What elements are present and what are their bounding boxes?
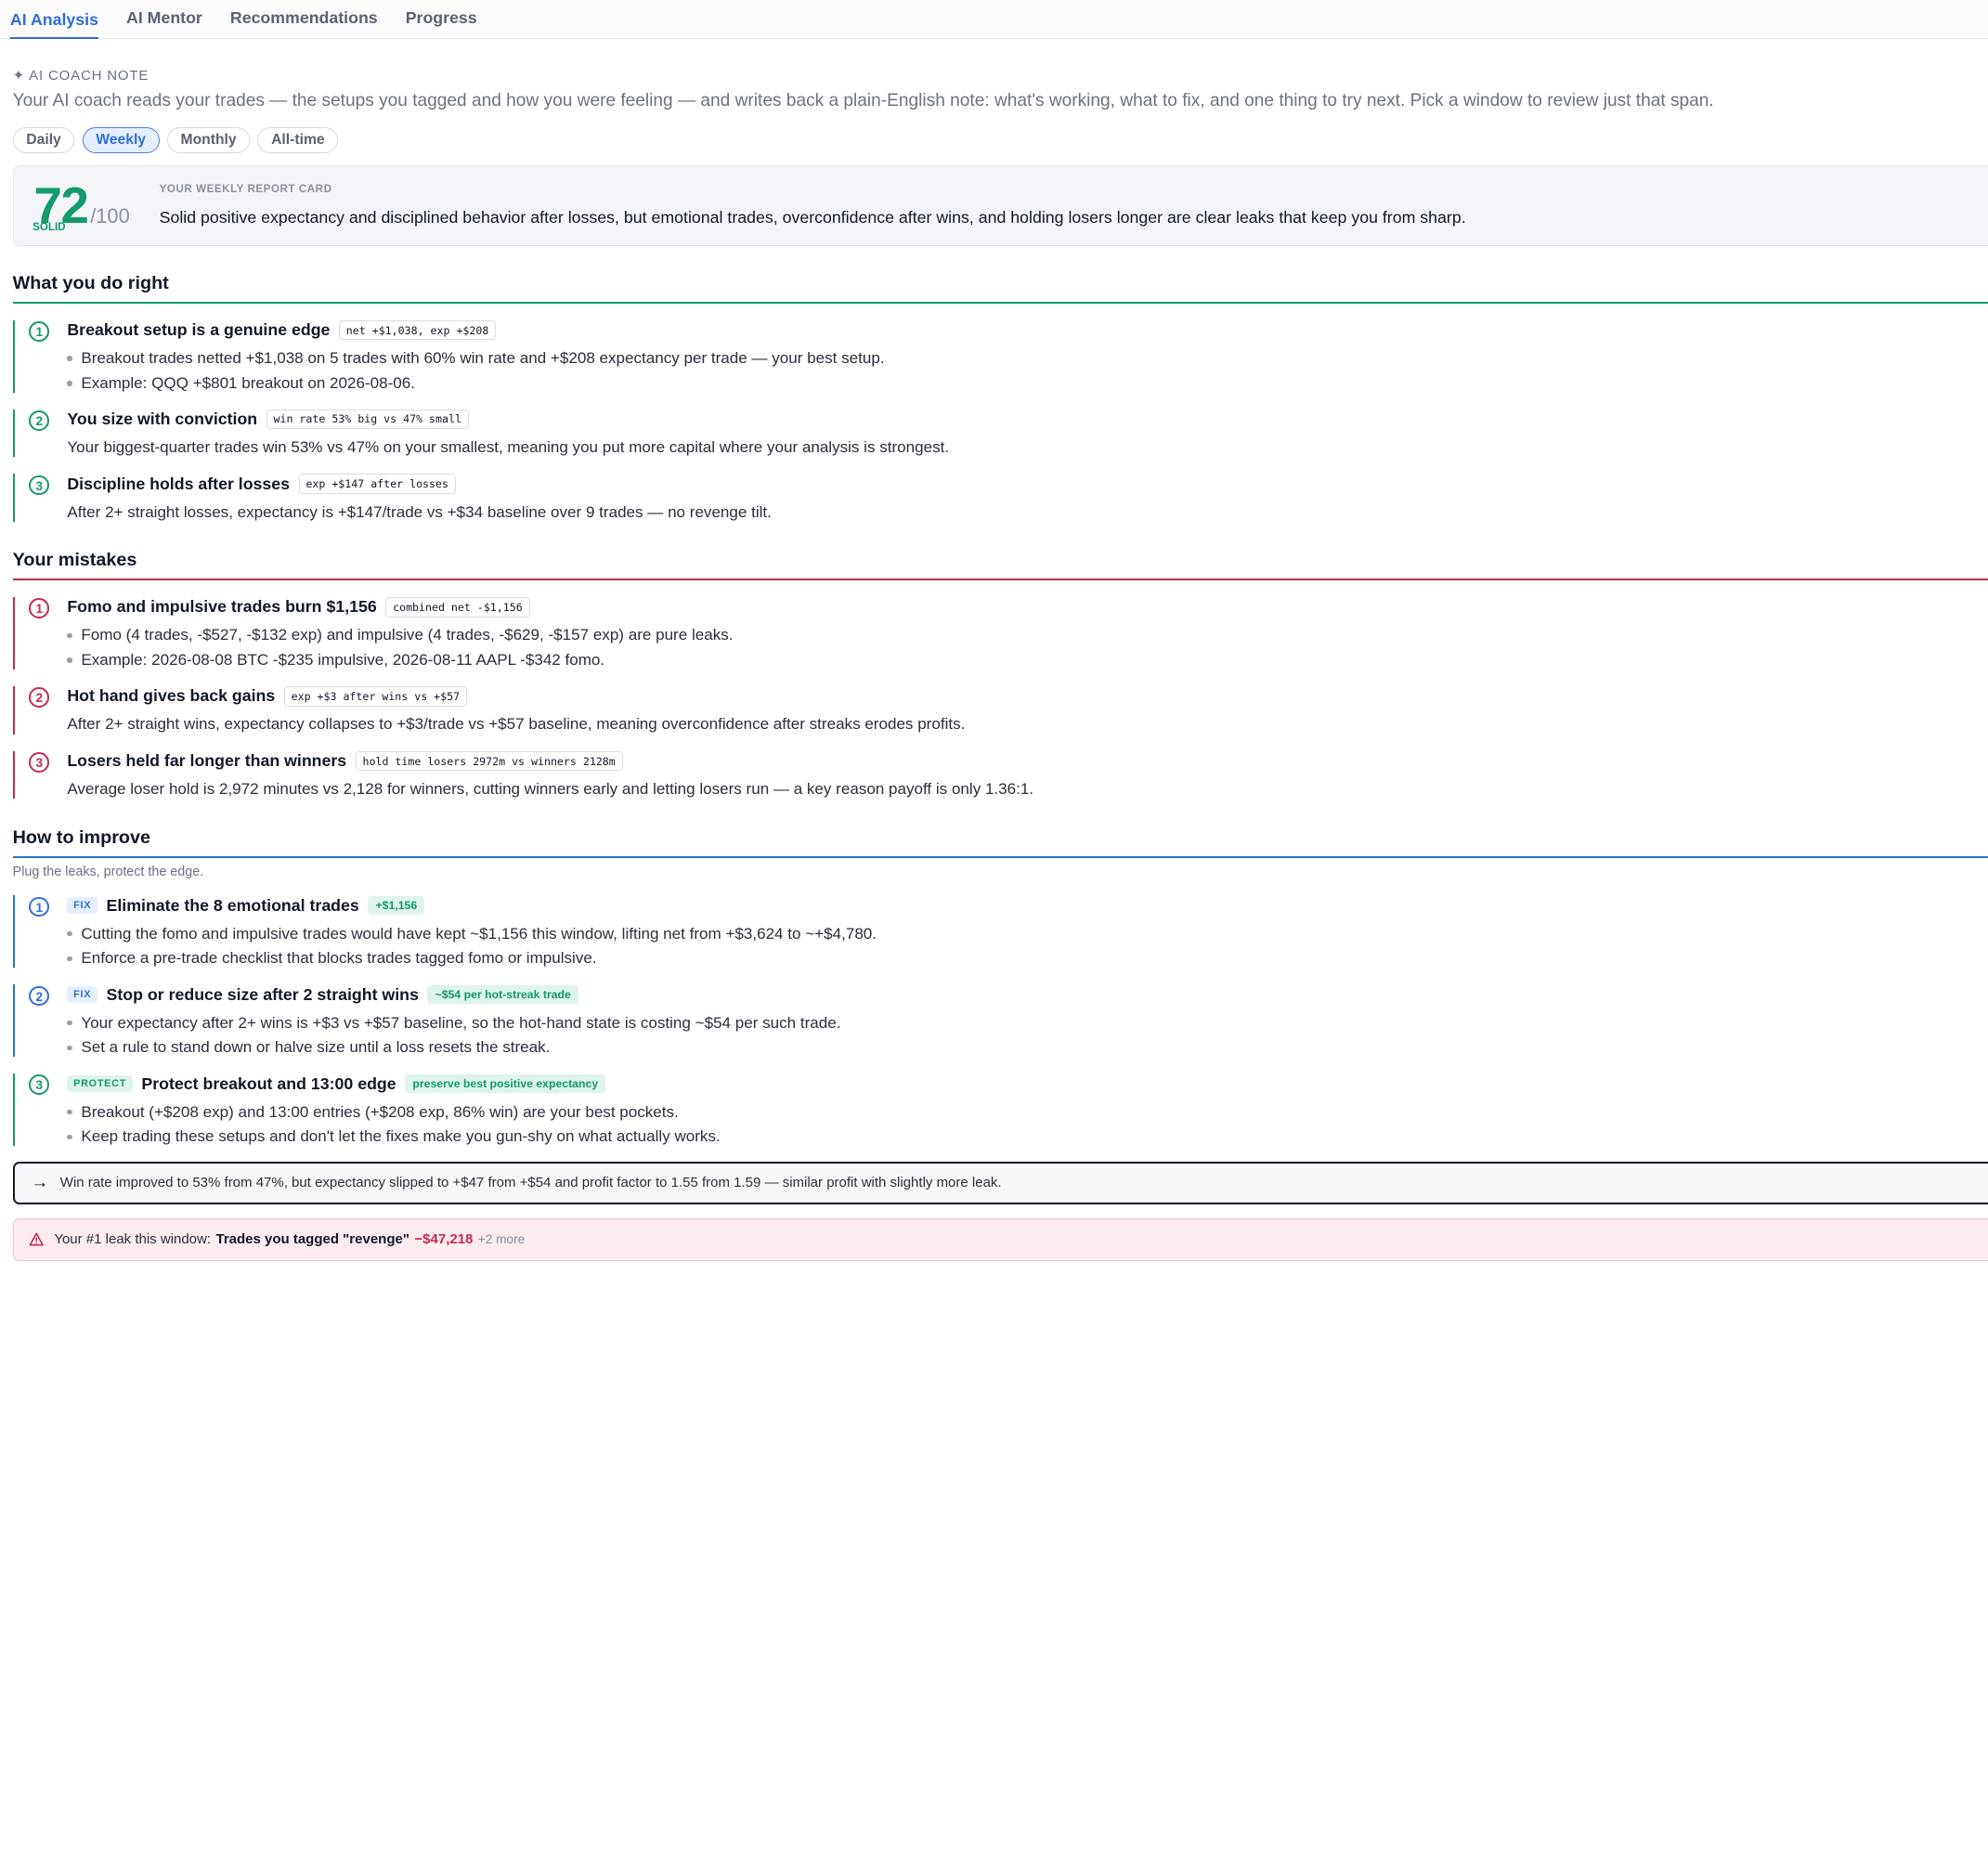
accent-bar (12, 984, 16, 1058)
item-bullet: Fomo (4 trades, -$527, -$132 exp) and im… (67, 626, 1988, 644)
improvement-item: 3 PROTECT Protect breakout and 13:00 edg… (12, 1071, 1988, 1147)
item-title: Eliminate the 8 emotional trades (106, 895, 359, 915)
strength-item: 3 Discipline holds after losses exp +$14… (12, 471, 1988, 523)
leak-more-link[interactable]: +2 more (478, 1232, 525, 1246)
item-bullet: Example: QQQ +$801 breakout on 2026-08-0… (67, 374, 1988, 393)
window-selector: Daily Weekly Monthly All-time (12, 126, 1988, 153)
score-max: /100 (90, 203, 130, 228)
item-title: Discipline holds after losses (67, 474, 291, 493)
tab-bar: AI Analysis AI Mentor Recommendations Pr… (0, 0, 1988, 40)
item-title: Protect breakout and 13:00 edge (141, 1073, 396, 1093)
item-number: 2 (29, 985, 50, 1007)
warning-icon (29, 1232, 44, 1246)
tab-ai-analysis[interactable]: AI Analysis (9, 10, 98, 40)
item-text: Your biggest-quarter trades win 53% vs 4… (67, 437, 950, 456)
metric-badge: exp +$3 after wins vs +$57 (283, 686, 467, 707)
item-title: Stop or reduce size after 2 straight win… (106, 984, 419, 1004)
coach-note-description: Your AI coach reads your trades — the se… (12, 91, 1714, 111)
window-monthly-button[interactable]: Monthly (166, 126, 251, 153)
item-number: 3 (29, 1074, 50, 1096)
leak-name: Trades you tagged "revenge" (215, 1231, 409, 1248)
kind-badge: PROTECT (67, 1075, 133, 1092)
item-title: Breakout setup is a genuine edge (67, 320, 331, 340)
item-number: 1 (29, 598, 50, 619)
window-weekly-button[interactable]: Weekly (82, 126, 160, 153)
item-bullet: Enforce a pre-trade checklist that block… (67, 949, 1988, 968)
metric-badge: net +$1,038, exp +$208 (338, 319, 497, 341)
improvement-item: 2 FIX Stop or reduce size after 2 straig… (12, 982, 1988, 1058)
mistake-item: 2 Hot hand gives back gains exp +$3 afte… (12, 683, 1988, 735)
item-bullet: Your expectancy after 2+ wins is +$3 vs … (67, 1014, 1988, 1033)
item-number: 3 (29, 475, 50, 496)
mistake-item: 3 Losers held far longer than winners ho… (12, 748, 1988, 800)
accent-bar (12, 750, 16, 800)
item-number: 1 (29, 320, 50, 342)
section-heading-mistakes: Your mistakes (12, 550, 1988, 581)
improvement-item: 1 FIX Eliminate the 8 emotional trades +… (12, 893, 1988, 969)
gain-badge: ~$54 per hot-streak trade (427, 985, 579, 1004)
item-bullet: Example: 2026-08-08 BTC -$235 impulsive,… (67, 651, 1988, 670)
strength-item: 2 You size with conviction win rate 53% … (12, 407, 1988, 458)
item-text: After 2+ straight losses, expectancy is … (67, 502, 772, 521)
gain-badge: preserve best positive expectancy (405, 1074, 606, 1093)
metric-badge: combined net -$1,156 (385, 597, 530, 618)
score-grade: SOLID (32, 221, 66, 234)
item-bullet: Breakout (+$208 exp) and 13:00 entries (… (67, 1103, 1988, 1122)
accent-bar (12, 474, 16, 523)
item-text: After 2+ straight wins, expectancy colla… (67, 715, 966, 734)
report-card-summary: Solid positive expectancy and discipline… (159, 208, 1466, 228)
kind-badge: FIX (67, 897, 97, 914)
top-leak-banner[interactable]: Your #1 leak this window: Trades you tag… (12, 1218, 1988, 1261)
arrow-right-icon: → (31, 1172, 49, 1192)
item-title: You size with conviction (67, 409, 258, 428)
item-title: Hot hand gives back gains (67, 686, 276, 706)
item-bullet: Keep trading these setups and don't let … (67, 1127, 1988, 1146)
item-bullet: Set a rule to stand down or halve size u… (67, 1038, 1988, 1057)
section-heading-improve: How to improve (12, 827, 1988, 858)
gain-badge: +$1,156 (368, 896, 425, 915)
tab-recommendations[interactable]: Recommendations (230, 8, 378, 38)
trend-text: Win rate improved to 53% from 47%, but e… (59, 1175, 1002, 1191)
kind-badge: FIX (67, 986, 97, 1003)
tab-ai-mentor[interactable]: AI Mentor (126, 8, 202, 38)
coach-note-label: ✦ AI COACH NOTE (12, 67, 149, 84)
item-number: 1 (29, 896, 50, 917)
report-card: 72 /100 SOLID YOUR WEEKLY REPORT CARD So… (12, 165, 1988, 247)
item-bullet: Breakout trades netted +$1,038 on 5 trad… (67, 349, 1988, 368)
item-title: Losers held far longer than winners (67, 751, 347, 770)
leak-amount: −$47,218 (414, 1231, 474, 1248)
report-card-title: YOUR WEEKLY REPORT CARD (159, 183, 332, 196)
trend-note: → Win rate improved to 53% from 47%, but… (12, 1161, 1988, 1204)
item-number: 3 (29, 751, 50, 773)
window-daily-button[interactable]: Daily (12, 126, 75, 153)
accent-bar (12, 409, 16, 458)
accent-bar (12, 685, 16, 735)
improve-subheading: Plug the leaks, protect the edge. (12, 864, 204, 879)
leak-prefix: Your #1 leak this window: (54, 1231, 212, 1248)
tab-progress[interactable]: Progress (406, 8, 477, 38)
item-text: Average loser hold is 2,972 minutes vs 2… (67, 779, 1034, 798)
metric-badge: exp +$147 after losses (298, 474, 456, 494)
section-heading-right: What you do right (12, 273, 1988, 304)
metric-badge: hold time losers 2972m vs winners 2128m (355, 750, 623, 772)
item-number: 2 (29, 687, 50, 709)
item-title: Fomo and impulsive trades burn $1,156 (67, 597, 377, 617)
accent-bar (12, 1073, 16, 1147)
mistake-item: 1 Fomo and impulsive trades burn $1,156 … (12, 594, 1988, 670)
strength-item: 1 Breakout setup is a genuine edge net +… (12, 318, 1988, 393)
metric-badge: win rate 53% big vs 47% small (266, 409, 469, 430)
accent-bar (12, 319, 16, 393)
item-bullet: Cutting the fomo and impulsive trades wo… (67, 925, 1988, 943)
accent-bar (12, 597, 16, 670)
item-number: 2 (29, 410, 50, 431)
accent-bar (12, 895, 16, 969)
analysis-content: ✦ AI COACH NOTE Your AI coach reads your… (0, 67, 1988, 1261)
window-all-time-button[interactable]: All-time (257, 126, 339, 153)
